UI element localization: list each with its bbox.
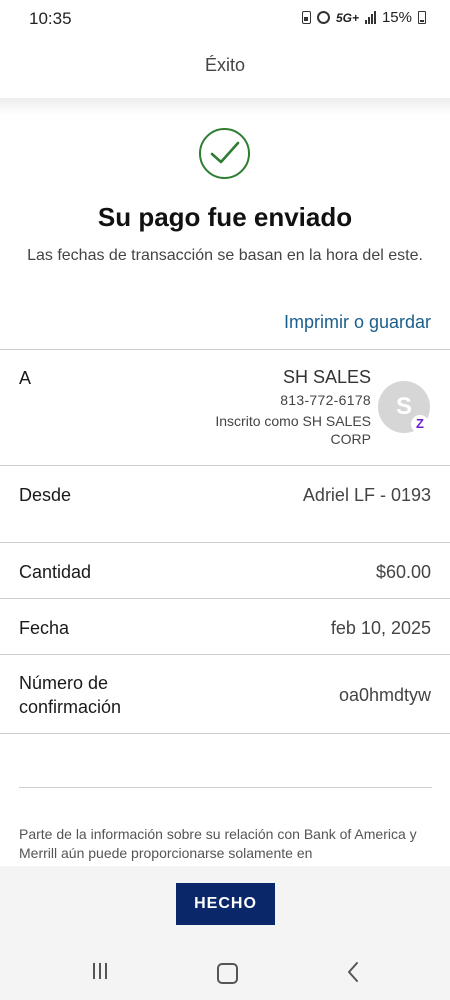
disclaimer-text: Parte de la información sobre su relació… [19,826,417,861]
network-type: 5G+ [335,10,359,25]
to-label: A [19,368,32,388]
divider [0,654,450,655]
recents-icon[interactable] [80,960,120,984]
recipient-info: SH SALES 813-772-6178 Inscrito como SH S… [196,366,371,448]
recipient-enrolled-as: Inscrito como SH SALES CORP [215,413,371,447]
date-value: feb 10, 2025 [330,618,431,638]
divider [0,349,450,350]
success-subtitle: Las fechas de transacción se basan en la… [27,247,423,264]
divider [0,598,450,599]
alarm-icon [316,11,330,24]
app-header: Éxito [0,36,450,98]
from-label: Desde [19,485,72,505]
system-nav-bar [0,944,450,1000]
confirmation-label: Número de confirmación [19,673,122,717]
divider [19,787,432,788]
amount-label: Cantidad [19,562,92,582]
divider [0,465,450,466]
zelle-icon: Z [411,415,429,433]
check-circle-icon [199,128,250,179]
divider [0,733,450,734]
signal-icon [364,11,376,24]
status-time: 10:35 [29,9,72,28]
recipient-name: SH SALES [282,367,371,387]
amount-value: $60.00 [375,562,431,582]
done-button[interactable]: HECHO [176,883,275,925]
sim-icon [301,11,311,24]
divider [0,542,450,543]
status-bar: 10:35 5G+ 15% [0,0,450,36]
battery-percent: 15% [381,9,412,26]
confirmation-content[interactable]: Su pago fue enviado Las fechas de transa… [0,98,450,866]
checkmark-icon [210,141,240,164]
success-title: Su pago fue enviado [97,202,353,232]
date-label: Fecha [19,618,70,638]
page-title: Éxito [204,55,246,75]
bottom-action-bar: HECHO [0,866,450,944]
confirmation-number: oa0hmdtyw [338,685,431,705]
from-value: Adriel LF - 0193 [302,485,431,505]
back-icon[interactable] [333,960,373,984]
print-or-save-link[interactable]: Imprimir o guardar [284,312,431,333]
header-shadow [0,98,450,116]
recipient-phone: 813-772-6178 [280,392,371,408]
home-icon[interactable] [206,960,246,984]
battery-icon [418,11,426,24]
status-icons: 5G+ 15% [301,9,426,26]
